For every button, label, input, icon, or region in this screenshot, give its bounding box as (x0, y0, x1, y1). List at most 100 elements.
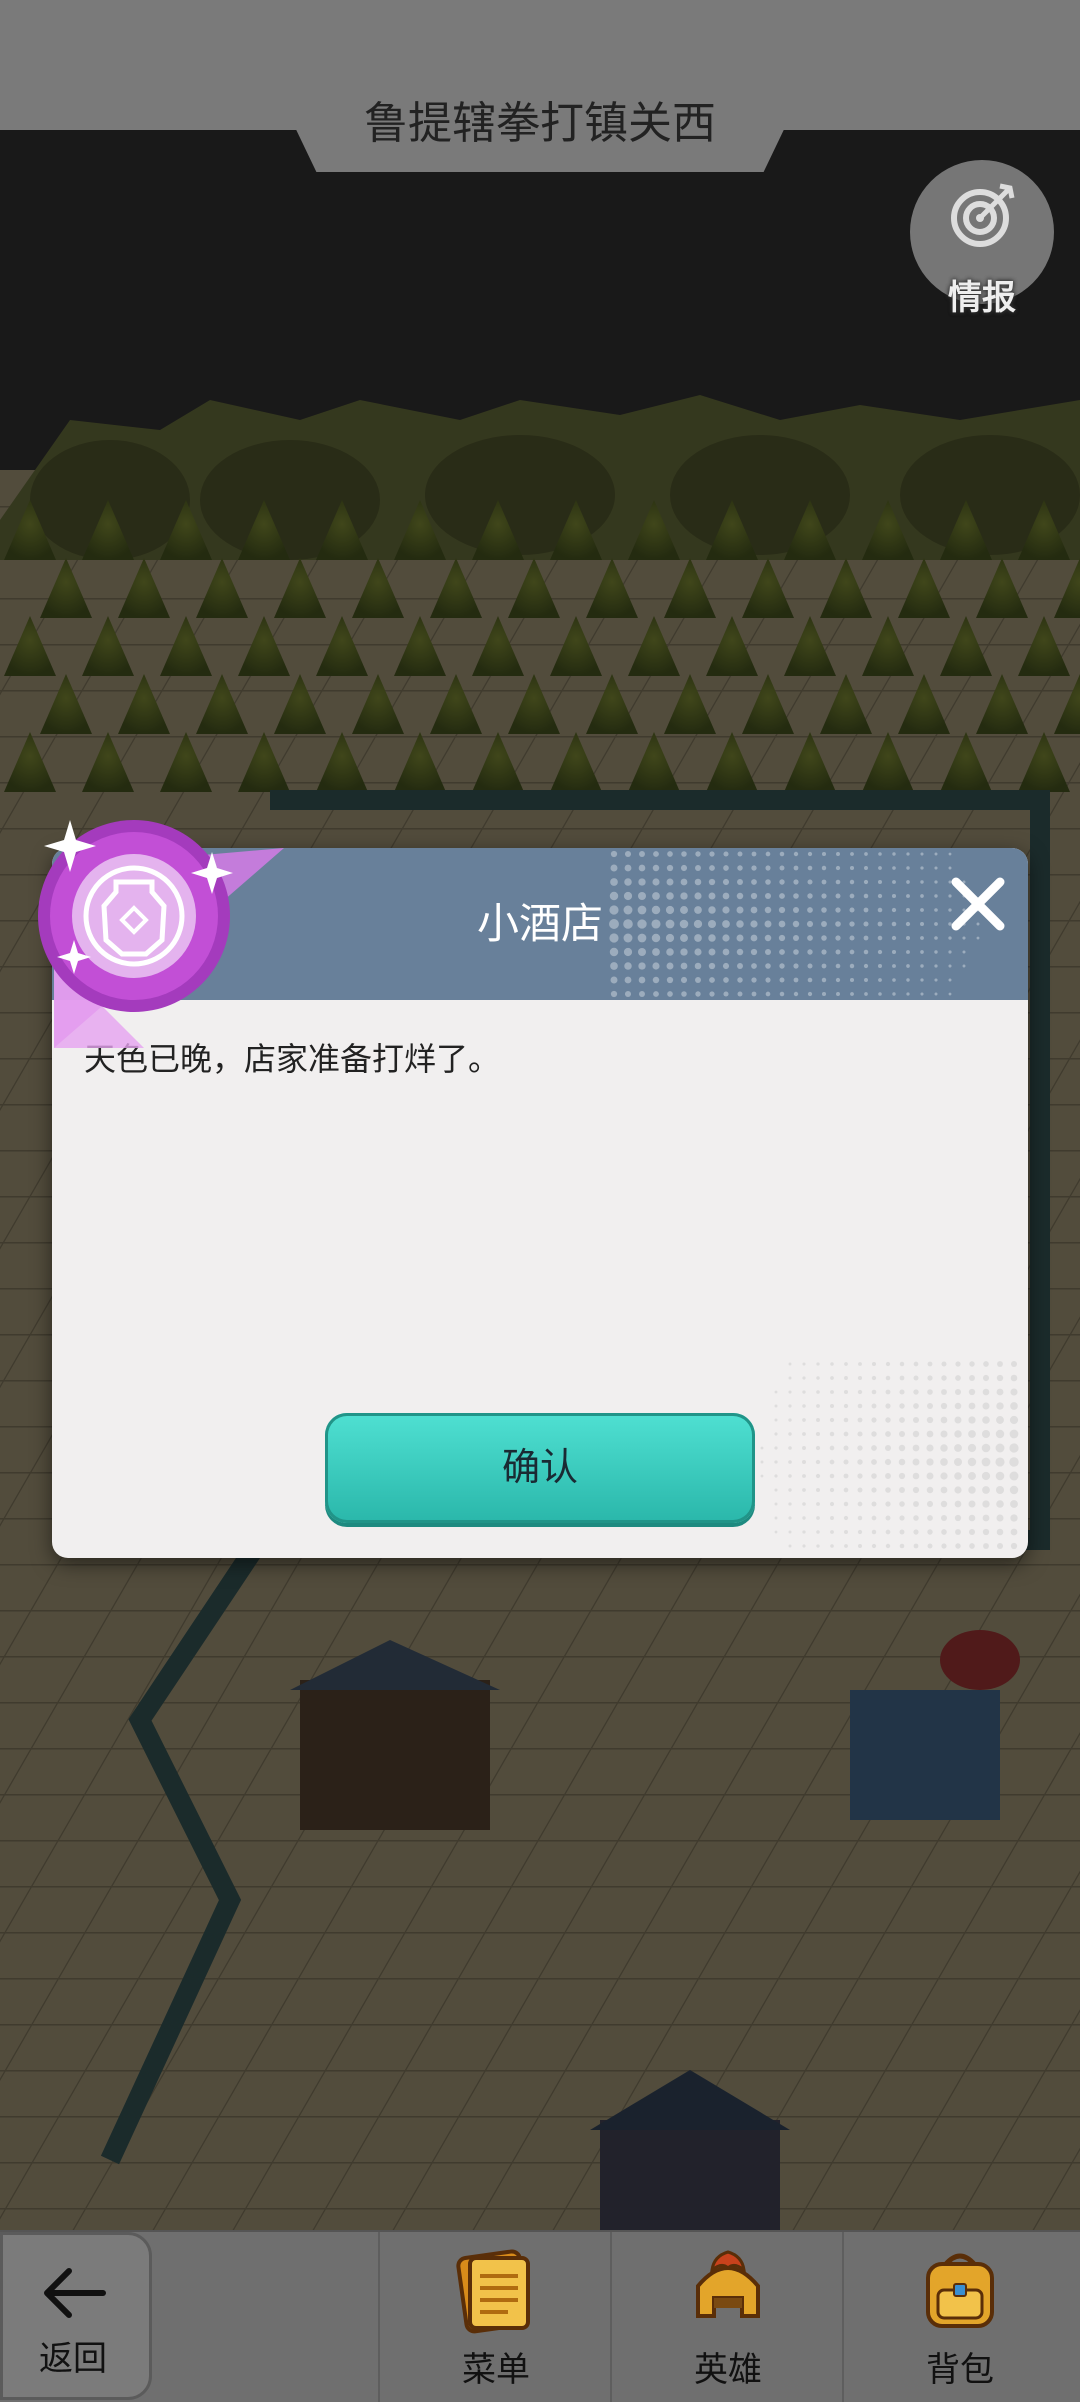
nav-item-menu[interactable]: 菜单 (380, 2232, 612, 2400)
halftone-dot (954, 1444, 962, 1452)
halftone-dot (968, 1402, 976, 1410)
halftone-dot (843, 1417, 849, 1423)
halftone-decoration (760, 1360, 1019, 1550)
halftone-dot (844, 1530, 848, 1534)
halftone-dot (912, 1472, 920, 1480)
halftone-dot (912, 1486, 920, 1494)
halftone-dot (995, 1471, 1005, 1481)
halftone-dot (982, 1500, 990, 1508)
halftone-dot (774, 1502, 778, 1506)
halftone-dot (927, 1389, 933, 1395)
intel-button[interactable]: 情报 (910, 160, 1054, 318)
halftone-dot (926, 1444, 934, 1452)
halftone-dot (982, 1402, 990, 1410)
nav-item-hero[interactable]: 英雄 (612, 2232, 844, 2400)
halftone-dot (954, 1472, 962, 1480)
nav-label-menu: 菜单 (462, 2350, 530, 2390)
halftone-dot (982, 1388, 990, 1396)
halftone-dot (829, 1403, 835, 1409)
halftone-dot (788, 1460, 792, 1464)
halftone-dot (802, 1544, 806, 1548)
halftone-dot (996, 1388, 1004, 1396)
halftone-dot (940, 1430, 948, 1438)
halftone-dot (857, 1445, 863, 1451)
halftone-dot (927, 1375, 933, 1381)
back-button[interactable]: 返回 (0, 2232, 152, 2400)
halftone-dot (802, 1432, 806, 1436)
halftone-dot (953, 1457, 963, 1467)
halftone-dot (788, 1362, 792, 1366)
halftone-dot (954, 1486, 962, 1494)
halftone-dot (774, 1446, 778, 1450)
confirm-button[interactable]: 确认 (325, 1413, 755, 1523)
halftone-dot (802, 1530, 806, 1534)
halftone-dot (788, 1502, 792, 1506)
halftone-dot (774, 1390, 778, 1394)
halftone-dot (913, 1501, 919, 1507)
halftone-dot (913, 1543, 919, 1549)
halftone-dot (857, 1417, 863, 1423)
halftone-dot (968, 1514, 976, 1522)
halftone-dot (857, 1403, 863, 1409)
halftone-dot (899, 1417, 905, 1423)
nav-item-bag[interactable]: 背包 (844, 2232, 1076, 2400)
halftone-dot (927, 1543, 933, 1549)
jar-icon (38, 820, 284, 1048)
halftone-dot (941, 1361, 947, 1367)
halftone-dot (968, 1430, 976, 1438)
halftone-dot (996, 1402, 1004, 1410)
halftone-dot (788, 1418, 792, 1422)
halftone-dot (802, 1390, 806, 1394)
halftone-dot (981, 1429, 991, 1439)
halftone-dot (843, 1431, 849, 1437)
close-icon[interactable] (942, 868, 1014, 940)
halftone-dot (829, 1459, 835, 1465)
halftone-dot (788, 1390, 792, 1394)
halftone-dot (802, 1446, 806, 1450)
halftone-dot (954, 1388, 962, 1396)
halftone-dot (857, 1515, 863, 1521)
halftone-dot (871, 1445, 877, 1451)
halftone-dot (940, 1472, 948, 1480)
back-arrow-icon (44, 2268, 106, 2318)
backpack-icon (926, 2253, 994, 2328)
halftone-dot (967, 1457, 977, 1467)
halftone-dot (774, 1432, 778, 1436)
halftone-dot (996, 1542, 1004, 1550)
halftone-dot (788, 1376, 792, 1380)
halftone-dot (871, 1515, 877, 1521)
halftone-dot (830, 1362, 834, 1366)
halftone-dot (983, 1361, 989, 1367)
halftone-dot (969, 1543, 975, 1549)
halftone-dot (955, 1361, 961, 1367)
halftone-dot (954, 1430, 962, 1438)
halftone-dot (788, 1432, 792, 1436)
intel-label: 情报 (948, 278, 1016, 318)
halftone-dot (788, 1530, 792, 1534)
hero-helmet-icon (696, 2250, 760, 2318)
halftone-dot (788, 1404, 792, 1408)
halftone-dot (774, 1488, 778, 1492)
halftone-dot (830, 1390, 834, 1394)
halftone-dot (857, 1375, 863, 1381)
halftone-dot (940, 1500, 948, 1508)
halftone-dot (871, 1459, 877, 1465)
halftone-dot (885, 1431, 891, 1437)
halftone-dot (885, 1375, 891, 1381)
halftone-dot (982, 1374, 990, 1382)
scroll-menu-icon (456, 2249, 530, 2334)
halftone-dot (884, 1444, 892, 1452)
halftone-dot (871, 1375, 877, 1381)
halftone-dot (913, 1389, 919, 1395)
halftone-dot (843, 1501, 849, 1507)
halftone-dot (885, 1473, 891, 1479)
halftone-dot (857, 1431, 863, 1437)
halftone-dot (885, 1487, 891, 1493)
halftone-dot (830, 1376, 834, 1380)
halftone-dot (954, 1416, 962, 1424)
halftone-dot (913, 1403, 919, 1409)
halftone-dot (815, 1445, 821, 1451)
halftone-dot (912, 1416, 920, 1424)
halftone-dot (996, 1500, 1004, 1508)
halftone-dot (802, 1404, 806, 1408)
